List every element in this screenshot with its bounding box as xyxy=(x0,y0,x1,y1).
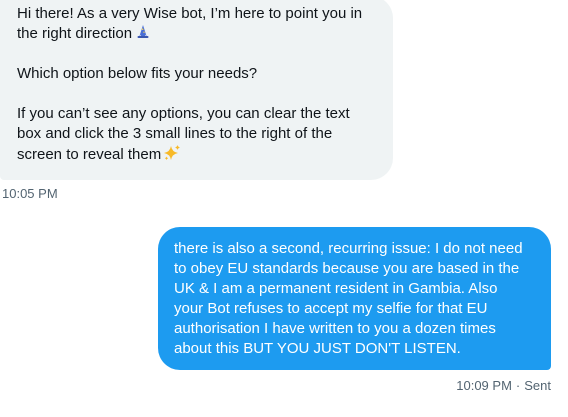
incoming-message-timestamp: 10:05 PM xyxy=(2,186,58,201)
outgoing-message-text: there is also a second, recurring issue:… xyxy=(174,240,523,357)
dm-conversation: Hi there! As a very Wise bot, I’m here t… xyxy=(0,0,568,417)
incoming-message-text: Hi there! As a very Wise bot, I’m here t… xyxy=(17,5,363,42)
message-status: Sent xyxy=(524,378,551,393)
sparkles-icon xyxy=(163,144,181,162)
wizard-icon xyxy=(135,24,151,40)
outgoing-message-meta: 10:09 PM · Sent xyxy=(456,378,551,394)
separator-dot: · xyxy=(515,378,521,393)
incoming-message-bubble[interactable]: Hi there! As a very Wise bot, I’m here t… xyxy=(0,0,393,180)
outgoing-message-bubble[interactable]: there is also a second, recurring issue:… xyxy=(158,227,551,370)
incoming-message-instructions: If you can’t see any options, you can cl… xyxy=(17,105,350,163)
incoming-message-question: Which option below fits your needs? xyxy=(17,65,258,82)
outgoing-message-timestamp: 10:09 PM xyxy=(456,378,512,393)
